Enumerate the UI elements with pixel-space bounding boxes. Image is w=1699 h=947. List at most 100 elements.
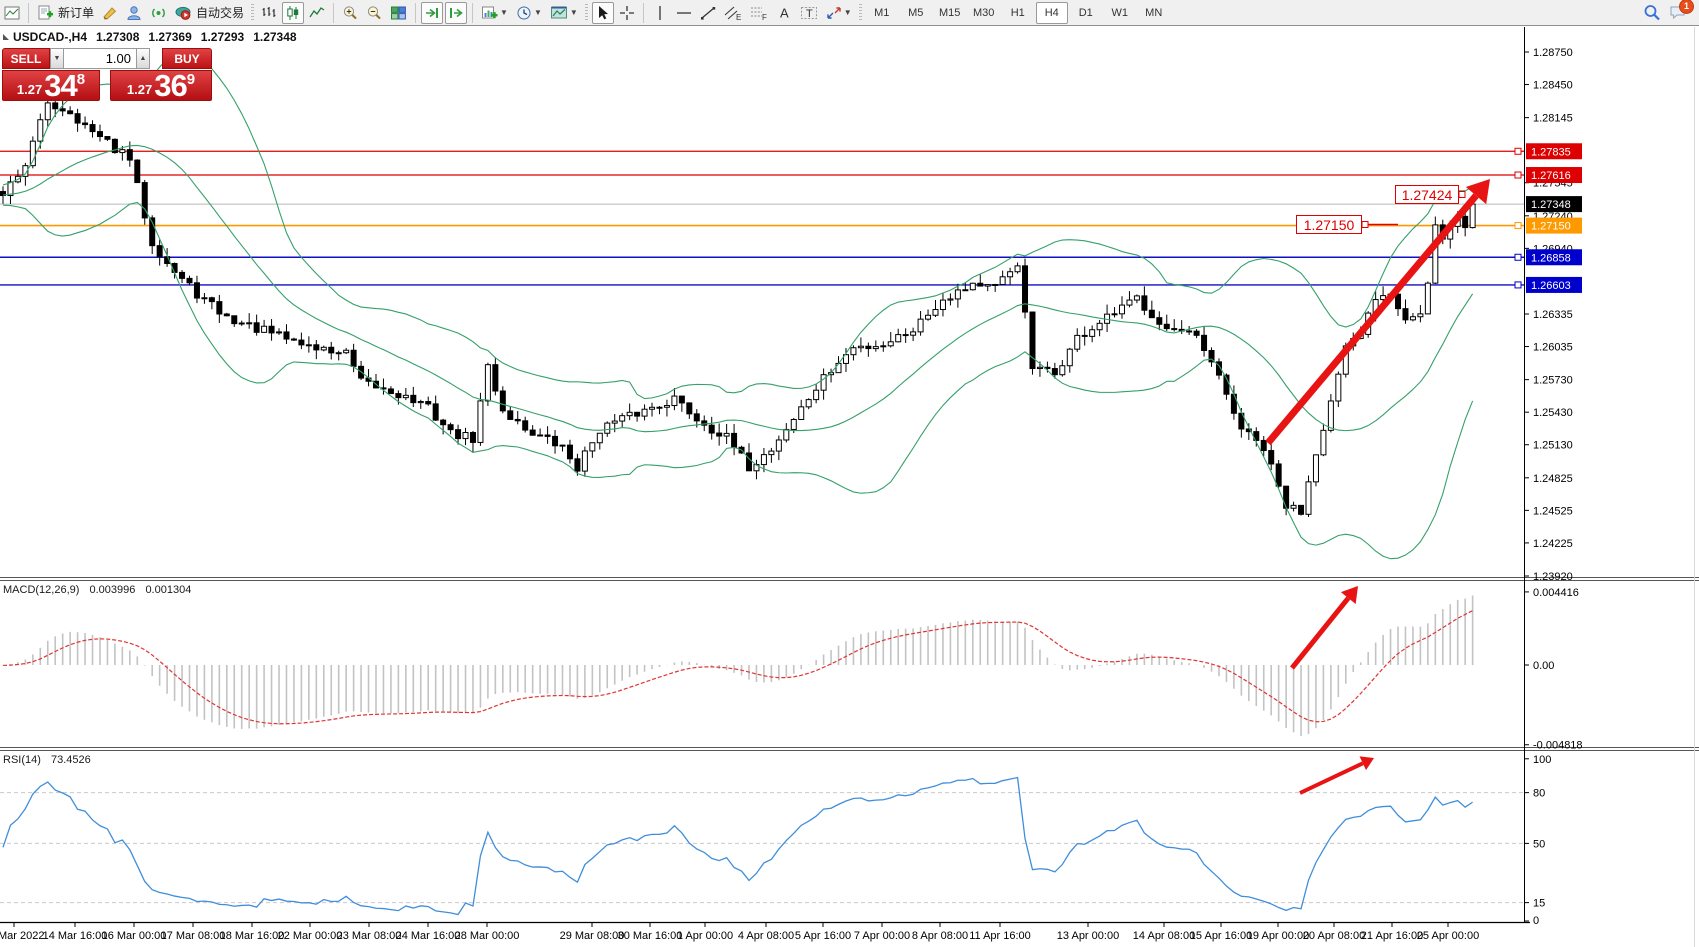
macd-tick-label: -0.004818 <box>1533 740 1583 752</box>
rsi-label-row: RSI(14) 73.4526 <box>3 754 98 766</box>
level-anchor-knob[interactable] <box>1515 148 1521 154</box>
time-tick-label: 7 Apr 00:00 <box>854 930 910 942</box>
ohlc-close: 1.27348 <box>253 30 296 44</box>
level-anchor-knob[interactable] <box>1515 282 1521 288</box>
time-tick-label: 16 Mar 00:00 <box>102 930 167 942</box>
time-axis[interactable]: 11 Mar 202214 Mar 16:0016 Mar 00:0017 Ma… <box>0 923 1479 942</box>
mt4-terminal-window: { "toolbar": { "new_order": "新订单", "auto… <box>0 0 1699 947</box>
rsi-line <box>3 778 1473 915</box>
time-tick-label: 23 Mar 08:00 <box>337 930 402 942</box>
chart-price-label[interactable]: 1.27150 <box>1296 215 1362 234</box>
price-badge-label: 1.26858 <box>1531 252 1571 264</box>
time-tick-label: 14 Mar 16:00 <box>43 930 108 942</box>
trend-arrow[interactable] <box>1300 756 1374 793</box>
time-tick-label: 18 Mar 16:00 <box>220 930 285 942</box>
time-tick-label: 5 Apr 16:00 <box>795 930 851 942</box>
sell-button[interactable]: SELL <box>2 48 50 69</box>
rsi-pane <box>0 756 1524 914</box>
buy-price-base: 1.27 <box>127 80 152 100</box>
macd-tick-label: 0.00 <box>1533 660 1554 672</box>
macd-pane <box>3 586 1473 736</box>
macd-value: 0.003996 <box>89 584 135 596</box>
price-tick-label: 1.26335 <box>1533 309 1573 321</box>
buy-price-pips: 36 <box>154 72 186 100</box>
price-tick-label: 1.28750 <box>1533 47 1573 59</box>
collapse-triangle-icon[interactable] <box>3 34 9 40</box>
time-tick-label: 25 Apr 00:00 <box>1417 930 1479 942</box>
price-badge-label: 1.26603 <box>1531 280 1571 292</box>
chart-price-label[interactable]: 1.27424 <box>1395 185 1459 204</box>
price-badge-label: 1.27348 <box>1531 199 1571 211</box>
price-tick-label: 1.23920 <box>1533 571 1573 583</box>
level-anchor-knob[interactable] <box>1515 254 1521 260</box>
price-tick-label: 1.24825 <box>1533 473 1573 485</box>
volume-input[interactable] <box>64 48 136 69</box>
price-tick-label: 1.28450 <box>1533 80 1573 92</box>
time-tick-label: 21 Apr 16:00 <box>1361 930 1423 942</box>
trend-arrow[interactable] <box>1292 586 1358 668</box>
price-badge-label: 1.27616 <box>1531 170 1571 182</box>
buy-price-tile[interactable]: 1.27 36 9 <box>110 70 212 101</box>
time-tick-label: 11 Apr 16:00 <box>969 930 1031 942</box>
time-tick-label: 17 Mar 08:00 <box>161 930 226 942</box>
time-tick-label: 1 Apr 00:00 <box>677 930 733 942</box>
price-label-knob[interactable] <box>1362 222 1368 228</box>
rsi-label: RSI(14) <box>3 754 41 766</box>
time-tick-label: 8 Apr 08:00 <box>912 930 968 942</box>
rsi-tick-label: 50 <box>1533 838 1545 850</box>
price-axis[interactable]: 1.287501.284501.281451.275451.272401.269… <box>1515 47 1583 927</box>
price-tick-label: 1.28145 <box>1533 113 1573 125</box>
bollinger-lower-band <box>3 202 1473 558</box>
time-tick-label: 19 Apr 00:00 <box>1247 930 1309 942</box>
sell-price-pips: 34 <box>44 72 76 100</box>
rsi-value: 73.4526 <box>51 754 91 766</box>
macd-tick-label: 0.004416 <box>1533 587 1579 599</box>
macd-label: MACD(12,26,9) <box>3 584 79 596</box>
volume-increase-button[interactable]: ▲ <box>136 48 150 69</box>
macd-signal-line <box>3 611 1473 724</box>
rsi-tick-label: 80 <box>1533 788 1545 800</box>
time-tick-label: 4 Apr 08:00 <box>738 930 794 942</box>
price-badge-label: 1.27150 <box>1531 221 1571 233</box>
chart-symbol-period: USDCAD-,H4 <box>13 30 87 44</box>
rsi-tick-label: 0 <box>1533 915 1539 927</box>
level-anchor-knob[interactable] <box>1515 223 1521 229</box>
macd-label-row: MACD(12,26,9) 0.003996 0.001304 <box>3 584 198 596</box>
time-tick-label: 22 Mar 00:00 <box>278 930 343 942</box>
price-tick-label: 1.25130 <box>1533 440 1573 452</box>
price-tick-label: 1.25430 <box>1533 407 1573 419</box>
rsi-tick-label: 100 <box>1533 754 1551 766</box>
time-tick-label: 13 Apr 00:00 <box>1057 930 1119 942</box>
price-badge-label: 1.27835 <box>1531 146 1571 158</box>
price-tick-label: 1.24225 <box>1533 538 1573 550</box>
ohlc-open: 1.27308 <box>96 30 139 44</box>
time-tick-label: 14 Apr 08:00 <box>1133 930 1195 942</box>
time-tick-label: 28 Mar 00:00 <box>455 930 520 942</box>
time-tick-label: 15 Apr 16:00 <box>1190 930 1252 942</box>
candlesticks <box>1 96 1476 517</box>
time-tick-label: 11 Mar 2022 <box>0 930 44 942</box>
buy-price-point: 9 <box>187 73 195 87</box>
price-label-knob[interactable] <box>1459 192 1465 198</box>
buy-button[interactable]: BUY <box>162 48 212 69</box>
bollinger-middle-band <box>3 145 1473 431</box>
time-tick-label: 29 Mar 08:00 <box>560 930 625 942</box>
time-tick-label: 24 Mar 16:00 <box>396 930 461 942</box>
time-tick-label: 30 Mar 16:00 <box>618 930 683 942</box>
chart-title-row: USDCAD-,H4 1.27308 1.27369 1.27293 1.273… <box>3 30 306 44</box>
one-click-trading-panel: SELL ▼ ▲ BUY 1.27 34 8 1.27 36 9 <box>2 48 214 101</box>
sell-price-tile[interactable]: 1.27 34 8 <box>2 70 100 101</box>
bollinger-upper-band <box>3 49 1473 399</box>
volume-decrease-button[interactable]: ▼ <box>50 48 64 69</box>
sell-price-base: 1.27 <box>17 80 42 100</box>
macd-signal-value: 0.001304 <box>145 584 191 596</box>
sell-price-point: 8 <box>77 73 85 87</box>
ohlc-high: 1.27369 <box>148 30 191 44</box>
price-tick-label: 1.25730 <box>1533 375 1573 387</box>
level-anchor-knob[interactable] <box>1515 172 1521 178</box>
chart-canvas[interactable]: 1.287501.284501.281451.275451.272401.269… <box>0 0 1699 947</box>
ohlc-low: 1.27293 <box>201 30 244 44</box>
rsi-tick-label: 15 <box>1533 898 1545 910</box>
time-tick-label: 20 Apr 08:00 <box>1303 930 1365 942</box>
price-tick-label: 1.26035 <box>1533 342 1573 354</box>
